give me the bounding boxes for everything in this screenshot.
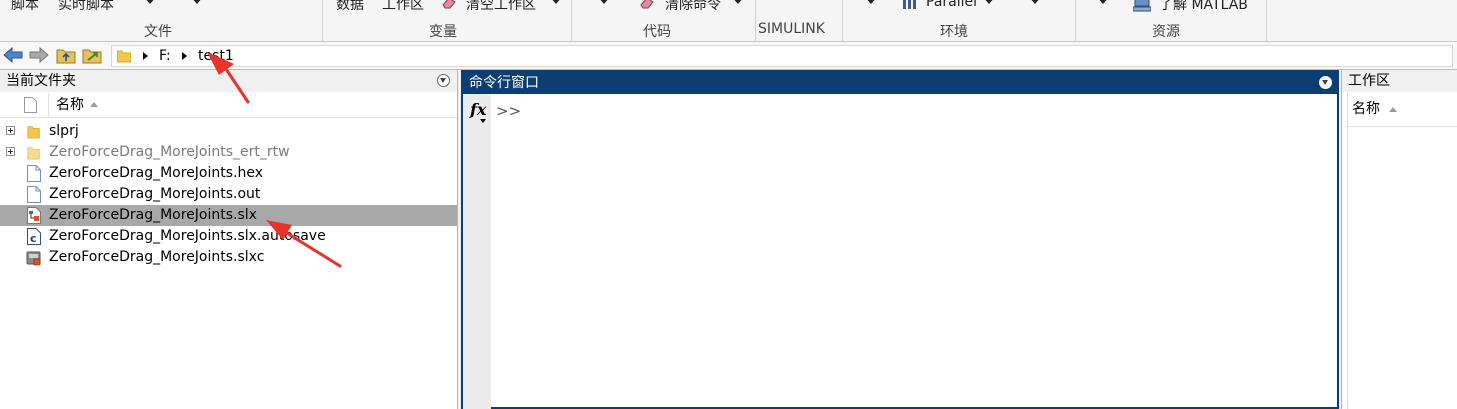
chevron-down-icon[interactable]: [865, 0, 877, 4]
expand-icon[interactable]: [6, 147, 15, 156]
file-list-header: 名称: [0, 93, 457, 118]
c-file-icon: c: [27, 228, 41, 245]
expand-icon[interactable]: [6, 126, 15, 135]
panel-actions-icon[interactable]: [1319, 76, 1332, 89]
chevron-down-icon[interactable]: [1029, 0, 1041, 4]
file-name: ZeroForceDrag_MoreJoints.slxc: [49, 249, 265, 265]
ribbon-section-file: 脚本 实时脚本 文件: [0, 0, 322, 41]
column-header-name[interactable]: 名称: [1352, 93, 1380, 126]
ribbon-section-resources: 了解 MATLAB 资源: [1076, 0, 1266, 41]
chevron-down-icon[interactable]: [550, 0, 562, 4]
column-divider: [1347, 93, 1348, 409]
command-prompt[interactable]: >>: [496, 102, 521, 120]
learn-matlab-button[interactable]: 了解 MATLAB: [1159, 0, 1248, 14]
toolstrip-ribbon: 脚本 实时脚本 文件 数据 工作区 清空工作区 变量 清除命令 代码 SIMUL…: [0, 0, 1457, 42]
path-segment-folder[interactable]: test1: [198, 46, 234, 66]
list-item[interactable]: ZeroForceDrag_MoreJoints_ert_rtw: [0, 142, 457, 163]
ribbon-section-simulink: SIMULINK: [756, 0, 842, 41]
file-icon: [27, 186, 41, 203]
learn-matlab-icon[interactable]: [1133, 0, 1151, 12]
file-type-column-icon: [24, 97, 37, 113]
workspace-list-header: 名称: [1347, 93, 1457, 127]
panel-actions-icon[interactable]: [437, 74, 450, 87]
section-label-variable: 变量: [429, 24, 457, 40]
chevron-down-icon[interactable]: [191, 0, 203, 4]
section-label-code: 代码: [643, 24, 671, 40]
list-item[interactable]: slprj: [0, 121, 457, 142]
new-live-script-button[interactable]: 实时脚本: [58, 0, 114, 14]
file-name: ZeroForceDrag_MoreJoints.out: [49, 186, 261, 202]
cache-file-icon: [26, 251, 41, 266]
section-label-resources: 资源: [1152, 24, 1180, 40]
save-workspace-button[interactable]: 工作区: [382, 0, 424, 14]
address-bar: F: test1: [0, 42, 1457, 70]
file-name: ZeroForceDrag_MoreJoints.slx: [49, 207, 257, 223]
chevron-down-icon[interactable]: [144, 0, 156, 4]
parallel-button[interactable]: Parallel: [926, 0, 977, 10]
chevron-down-icon[interactable]: [983, 0, 995, 4]
list-item[interactable]: ZeroForceDrag_MoreJoints.slxc: [0, 247, 457, 268]
chevron-down-icon[interactable]: [598, 0, 610, 4]
file-name: ZeroForceDrag_MoreJoints.slx.autosave: [49, 228, 326, 244]
current-folder-panel: 当前文件夹 名称 slprj ZeroForceDrag_MoreJoints_…: [0, 70, 458, 409]
back-arrow-icon[interactable]: [3, 46, 23, 64]
svg-text:c: c: [30, 232, 37, 245]
section-label-simulink: SIMULINK: [758, 21, 825, 37]
chevron-down-icon[interactable]: [732, 0, 744, 4]
file-icon: [27, 165, 41, 182]
path-separator-icon[interactable]: [143, 52, 148, 60]
forward-arrow-icon[interactable]: [29, 46, 49, 64]
function-browser-icon[interactable]: fx: [470, 100, 486, 119]
folder-icon: [117, 50, 131, 63]
chevron-down-icon[interactable]: [1097, 0, 1109, 4]
section-label-file: 文件: [144, 24, 172, 40]
sort-ascending-icon[interactable]: [90, 102, 98, 107]
up-folder-icon[interactable]: [56, 46, 76, 64]
parallel-icon[interactable]: [902, 0, 920, 9]
column-header-name[interactable]: 名称: [56, 93, 84, 117]
list-item[interactable]: ZeroForceDrag_MoreJoints.hex: [0, 163, 457, 184]
browse-folder-icon[interactable]: [82, 46, 102, 64]
new-script-button[interactable]: 脚本: [11, 0, 39, 14]
command-window-panel[interactable]: 命令行窗口 fx >>: [461, 70, 1339, 409]
eraser-icon[interactable]: [441, 0, 457, 10]
sort-ascending-icon[interactable]: [1389, 107, 1397, 112]
ribbon-section-environment: Parallel 环境: [843, 0, 1075, 41]
panel-title-command-window: 命令行窗口: [463, 72, 1337, 94]
file-name: ZeroForceDrag_MoreJoints.hex: [49, 165, 264, 181]
workspace-panel: 工作区 名称: [1341, 70, 1457, 409]
ribbon-section-code: 清除命令 代码: [572, 0, 755, 41]
folder-icon: [27, 147, 40, 160]
eraser-icon[interactable]: [639, 0, 655, 10]
list-item[interactable]: ZeroForceDrag_MoreJoints.out: [0, 184, 457, 205]
file-name: ZeroForceDrag_MoreJoints_ert_rtw: [49, 144, 290, 160]
simulink-model-icon: [27, 207, 41, 224]
list-item-selected[interactable]: ZeroForceDrag_MoreJoints.slx: [0, 205, 457, 226]
command-gutter: fx: [463, 94, 491, 409]
path-input[interactable]: F: test1: [111, 45, 1453, 67]
ribbon-separator: [1266, 0, 1267, 41]
clear-workspace-button[interactable]: 清空工作区: [466, 0, 536, 14]
section-label-environment: 环境: [940, 24, 968, 40]
panel-title-current-folder: 当前文件夹: [0, 70, 457, 92]
column-divider[interactable]: [48, 93, 49, 117]
ribbon-section-variable: 数据 工作区 清空工作区 变量: [323, 0, 571, 41]
file-name: slprj: [49, 123, 79, 139]
list-item[interactable]: c ZeroForceDrag_MoreJoints.slx.autosave: [0, 226, 457, 247]
clear-commands-button[interactable]: 清除命令: [665, 0, 721, 14]
chevron-down-icon[interactable]: [480, 119, 486, 123]
path-separator-icon[interactable]: [182, 52, 187, 60]
panel-title-workspace: 工作区: [1342, 70, 1457, 92]
path-segment-drive[interactable]: F:: [159, 46, 171, 66]
import-data-button[interactable]: 数据: [336, 0, 364, 14]
folder-icon: [27, 126, 40, 139]
